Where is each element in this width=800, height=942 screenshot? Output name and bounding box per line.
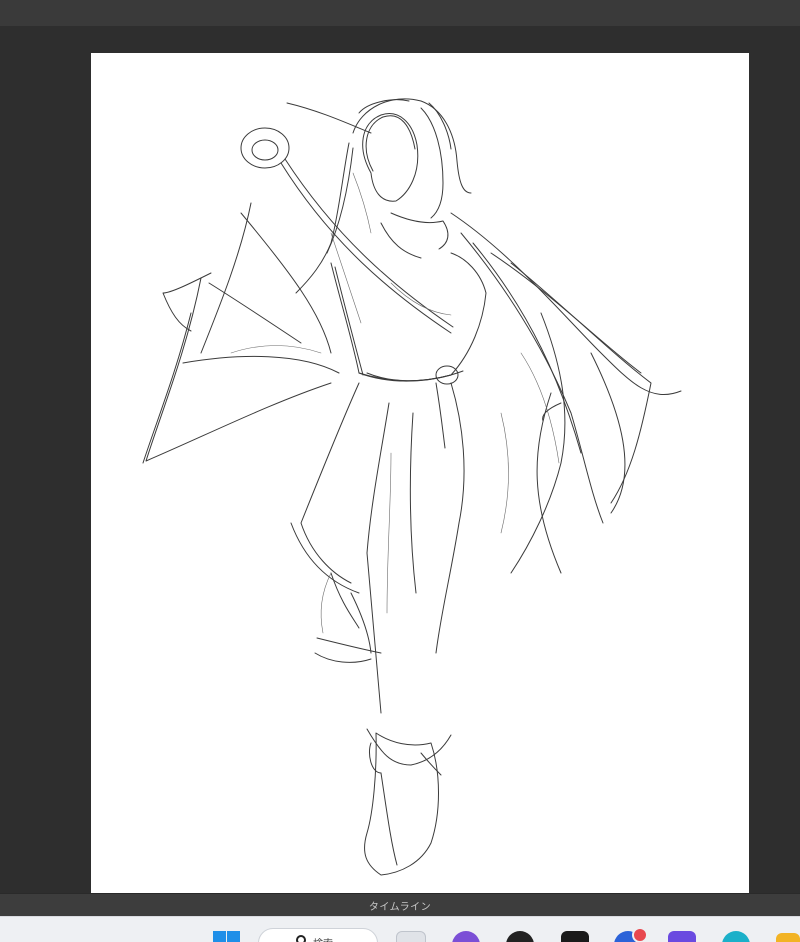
windows-start-icon[interactable]: [211, 929, 241, 942]
file-explorer-icon[interactable]: [396, 931, 426, 942]
timeline-label: タイムライン: [368, 902, 432, 913]
timeline-panel-bar[interactable]: タイムライン: [0, 893, 800, 917]
clip-studio-icon[interactable]: [561, 931, 589, 942]
app-dark-icon[interactable]: [506, 931, 534, 942]
edge-icon[interactable]: [722, 931, 750, 942]
canvas-workspace: [0, 26, 800, 899]
notification-badge-icon: [632, 927, 648, 942]
taskbar-search-box[interactable]: 検索: [258, 928, 378, 942]
character-sketch: [142, 98, 682, 876]
top-toolbar-strip: [0, 0, 800, 27]
app-notify-icon[interactable]: [614, 927, 648, 942]
app-gradient-icon[interactable]: [668, 931, 696, 942]
app-purple-icon[interactable]: [452, 931, 480, 942]
windows-taskbar: 検索: [0, 916, 800, 942]
drawing-canvas[interactable]: [91, 53, 749, 899]
